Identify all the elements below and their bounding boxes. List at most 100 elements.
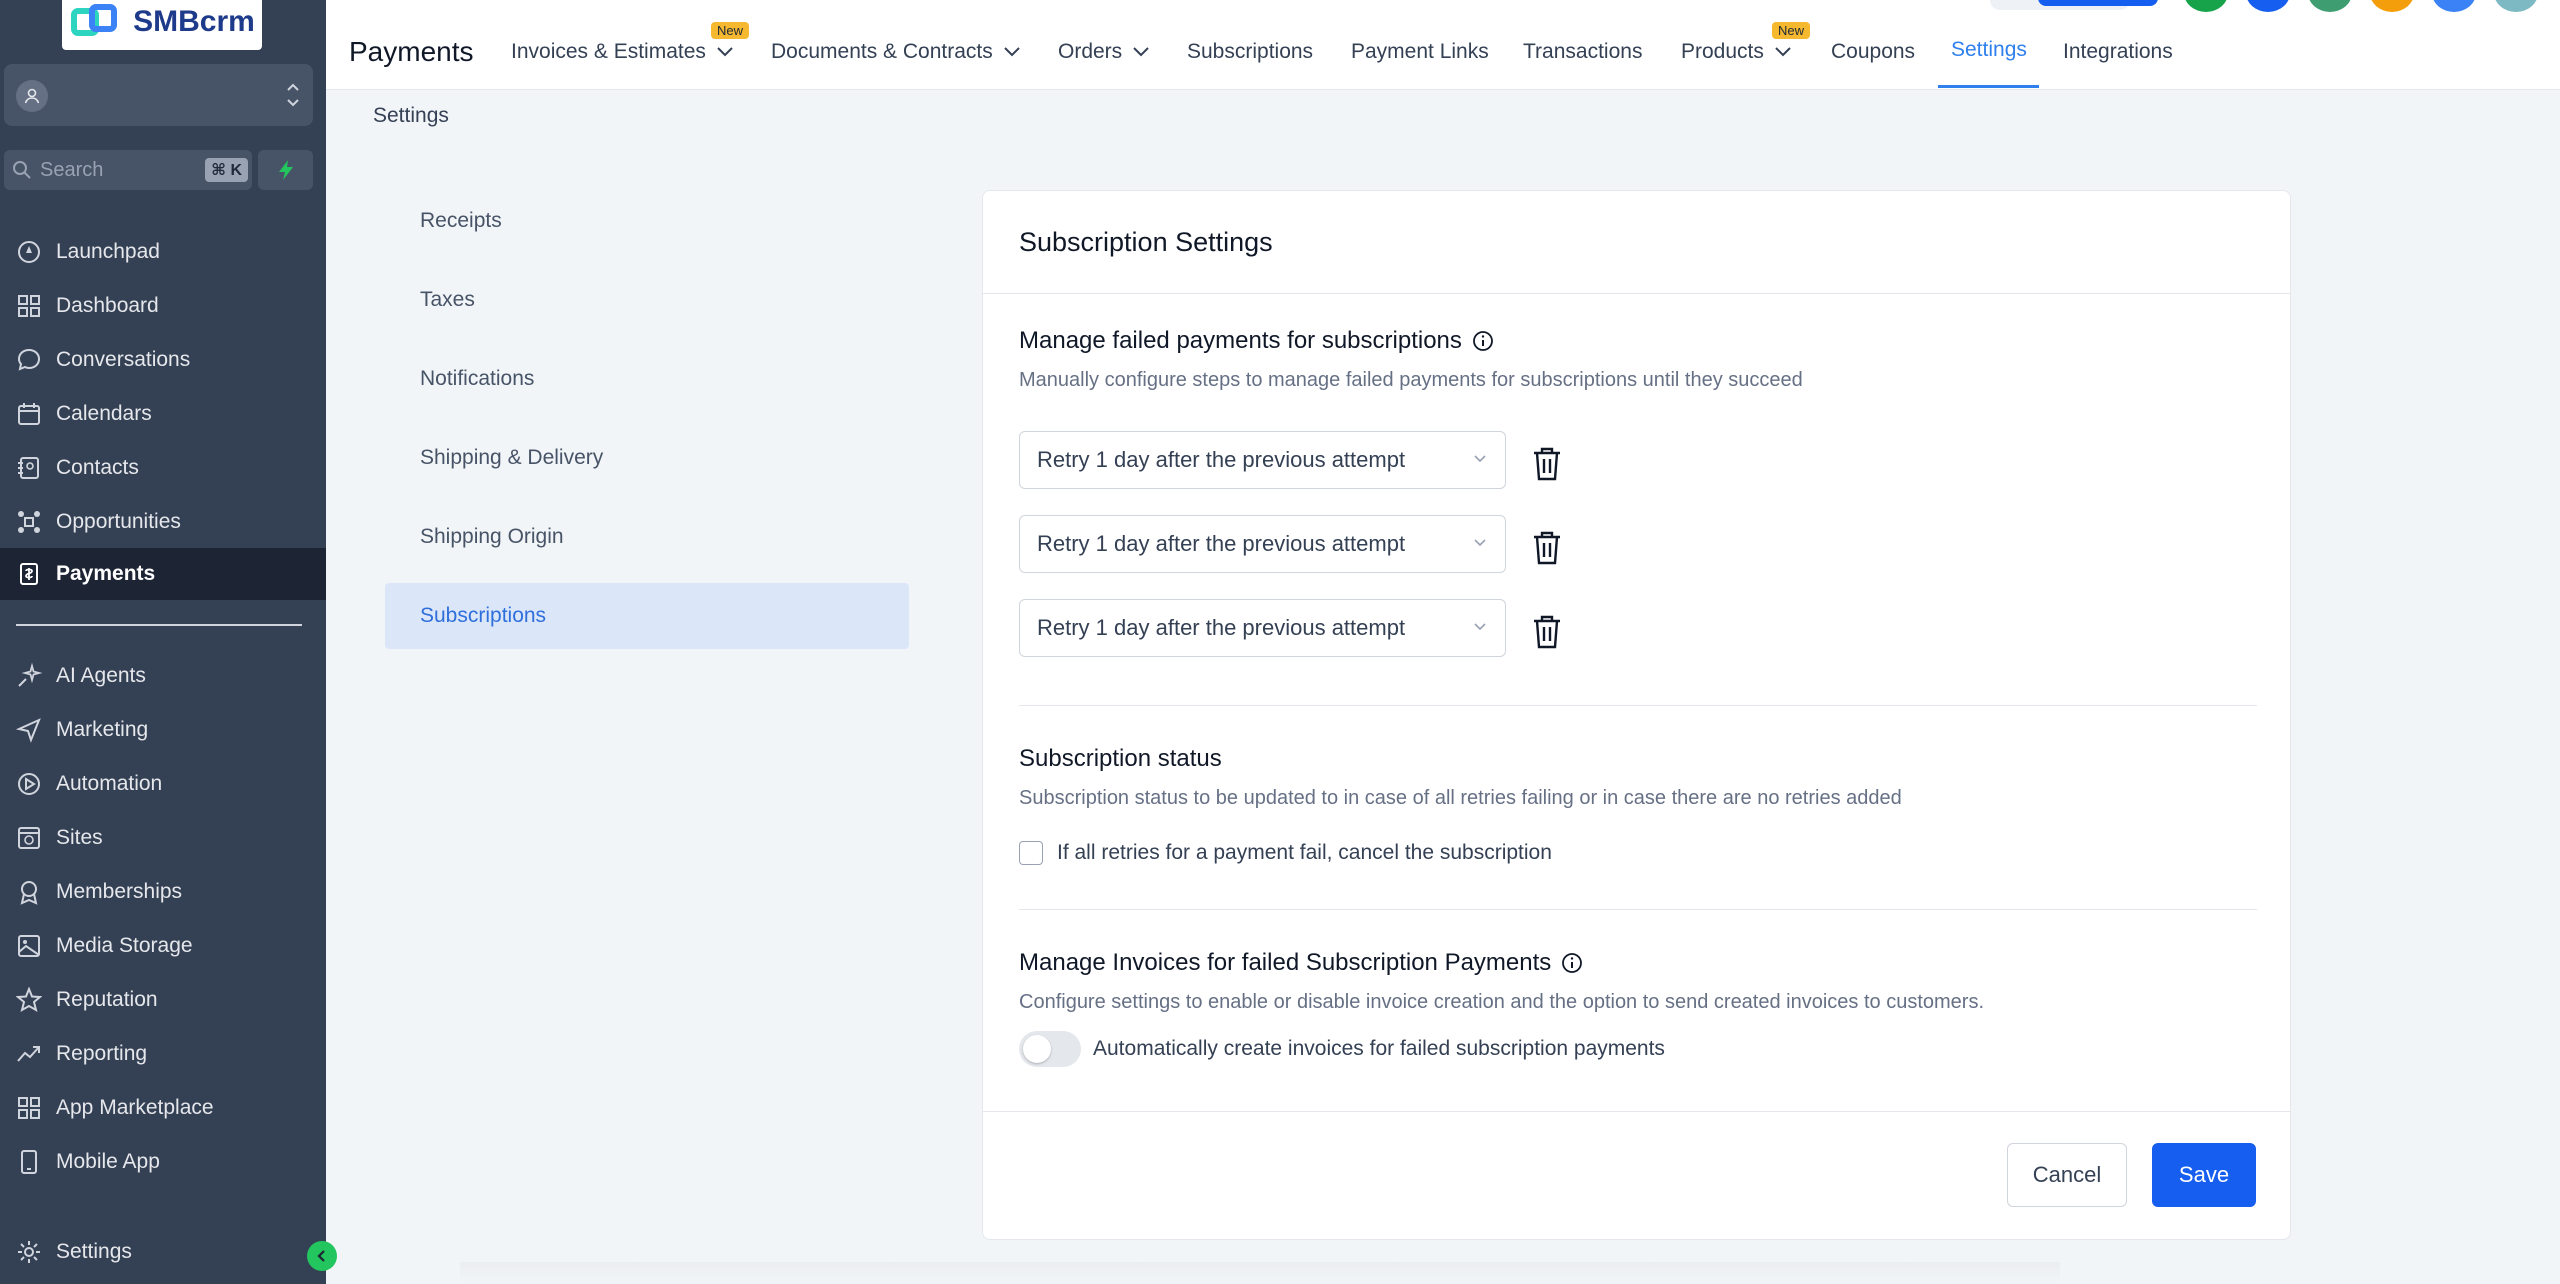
subscription-status-description: Subscription status to be updated to in …: [1019, 787, 1902, 809]
retry-select[interactable]: Retry 1 day after the previous attempt: [1019, 431, 1506, 489]
delete-retry-button[interactable]: [1529, 444, 1565, 484]
tab-label: Invoices & Estimates: [511, 40, 706, 63]
tab-settings[interactable]: Settings: [1951, 38, 2027, 62]
settings-nav-shipping-delivery[interactable]: Shipping & Delivery: [385, 425, 909, 491]
header-avatar[interactable]: [2308, 0, 2352, 12]
chevron-down-icon: [1775, 47, 1791, 57]
divider: [983, 293, 2290, 294]
opportunities-icon: [18, 511, 40, 533]
sidebar-item-app-marketplace[interactable]: App Marketplace: [0, 1082, 326, 1134]
chart-line-icon: [17, 1046, 40, 1062]
cancel-button[interactable]: Cancel: [2007, 1143, 2127, 1207]
tab-invoices-estimates[interactable]: Invoices & Estimates: [511, 40, 734, 64]
new-badge: New: [711, 22, 750, 39]
settings-nav-shipping-origin[interactable]: Shipping Origin: [385, 504, 909, 570]
chevron-down-icon: [1474, 623, 1486, 631]
info-icon[interactable]: [1472, 330, 1494, 352]
sidebar-collapse-button[interactable]: [307, 1241, 337, 1271]
sidebar-item-settings[interactable]: Settings: [0, 1226, 326, 1278]
sidebar-item-reporting[interactable]: Reporting: [0, 1028, 326, 1080]
retry-select[interactable]: Retry 1 day after the previous attempt: [1019, 515, 1506, 573]
header-avatar[interactable]: [2494, 0, 2538, 12]
search-input[interactable]: Search ⌘ K: [4, 150, 252, 190]
delete-retry-button[interactable]: [1529, 528, 1565, 568]
settings-nav-notifications[interactable]: Notifications: [385, 346, 909, 412]
tab-products[interactable]: Products: [1681, 40, 1792, 64]
cancel-subscription-checkbox[interactable]: [1019, 841, 1043, 865]
tab-coupons[interactable]: Coupons: [1831, 40, 1915, 64]
sidebar-item-launchpad[interactable]: Launchpad: [0, 226, 326, 278]
chevron-down-icon: [1133, 47, 1149, 57]
image-icon: [18, 935, 40, 957]
sidebar-item-memberships[interactable]: Memberships: [0, 866, 326, 918]
retry-select-value: Retry 1 day after the previous attempt: [1037, 615, 1406, 640]
auto-invoice-option[interactable]: Automatically create invoices for failed…: [1019, 1031, 1665, 1067]
failed-payments-title: Manage failed payments for subscriptions: [1019, 327, 1494, 355]
sites-icon: [18, 827, 40, 849]
section-title-text: Manage failed payments for subscriptions: [1019, 327, 1462, 354]
sidebar-item-dashboard[interactable]: Dashboard: [0, 280, 326, 332]
search-shortcut: ⌘ K: [205, 158, 248, 182]
logo-icon: [69, 4, 121, 40]
header-avatar[interactable]: [2432, 0, 2476, 12]
sidebar-item-media-storage[interactable]: Media Storage: [0, 920, 326, 972]
sidebar-item-label: Memberships: [56, 880, 183, 903]
sidebar-item-calendars[interactable]: Calendars: [0, 388, 326, 440]
chevron-down-icon: [717, 47, 733, 57]
cancel-subscription-option[interactable]: If all retries for a payment fail, cance…: [1019, 841, 1552, 865]
user-icon: [16, 80, 48, 112]
info-icon[interactable]: [1561, 952, 1583, 974]
sidebar-item-label: Marketing: [56, 718, 149, 741]
tab-label: Documents & Contracts: [771, 40, 993, 63]
header-avatar[interactable]: [2370, 0, 2414, 12]
quick-actions-button[interactable]: [258, 150, 313, 190]
settings-nav-subscriptions[interactable]: Subscriptions: [385, 583, 909, 649]
delete-retry-button[interactable]: [1529, 612, 1565, 652]
sidebar: SMBcrm Search ⌘ K Launchpad Dashboard Co…: [0, 0, 326, 1284]
divider: [1019, 909, 2257, 910]
new-badge: New: [1772, 22, 1811, 39]
tab-subscriptions[interactable]: Subscriptions: [1187, 40, 1313, 64]
phone-icon: [21, 1150, 37, 1174]
sidebar-item-ai-agents[interactable]: AI Agents: [0, 650, 326, 702]
sidebar-item-reputation[interactable]: Reputation: [0, 974, 326, 1026]
sidebar-item-sites[interactable]: Sites: [0, 812, 326, 864]
account-switcher[interactable]: [4, 64, 313, 126]
sidebar-item-label: Automation: [56, 772, 163, 795]
sidebar-item-contacts[interactable]: Contacts: [0, 442, 326, 494]
sidebar-item-conversations[interactable]: Conversations: [0, 334, 326, 386]
tab-label: Products: [1681, 40, 1764, 63]
header-avatar[interactable]: [2246, 0, 2290, 12]
send-icon: [16, 718, 41, 743]
settings-nav-taxes[interactable]: Taxes: [385, 267, 909, 333]
star-icon: [16, 987, 42, 1013]
sidebar-item-marketing[interactable]: Marketing: [0, 704, 326, 756]
tab-label: Payment Links: [1351, 40, 1489, 63]
tab-payment-links[interactable]: Payment Links: [1351, 40, 1489, 64]
sidebar-item-opportunities[interactable]: Opportunities: [0, 496, 326, 548]
chevron-down-icon: [1474, 539, 1486, 547]
brand-logo[interactable]: SMBcrm: [62, 0, 262, 50]
retry-select[interactable]: Retry 1 day after the previous attempt: [1019, 599, 1506, 657]
header-avatar[interactable]: [2184, 0, 2228, 12]
settings-nav-receipts[interactable]: Receipts: [385, 188, 909, 254]
tab-integrations[interactable]: Integrations: [2063, 40, 2173, 64]
tab-documents-contracts[interactable]: Documents & Contracts: [771, 40, 1021, 64]
checkbox-label: If all retries for a payment fail, cance…: [1057, 841, 1552, 864]
lightning-icon: [278, 160, 293, 180]
badge-icon: [20, 881, 38, 905]
auto-invoice-toggle[interactable]: [1019, 1031, 1081, 1067]
sidebar-item-label: Sites: [56, 826, 103, 849]
brand-name: SMBcrm: [133, 5, 255, 38]
subscription-status-title: Subscription status: [1019, 745, 1222, 772]
sidebar-item-payments[interactable]: Payments: [0, 548, 326, 600]
save-button[interactable]: Save: [2152, 1143, 2256, 1207]
sidebar-item-mobile-app[interactable]: Mobile App: [0, 1136, 326, 1188]
grid-icon: [18, 1097, 40, 1119]
tab-transactions[interactable]: Transactions: [1523, 40, 1642, 64]
sidebar-item-automation[interactable]: Automation: [0, 758, 326, 810]
trash-icon: [1534, 615, 1560, 649]
header-action-button[interactable]: [2038, 0, 2158, 6]
chevron-up-down-icon: [285, 78, 301, 112]
tab-orders[interactable]: Orders: [1058, 40, 1150, 64]
